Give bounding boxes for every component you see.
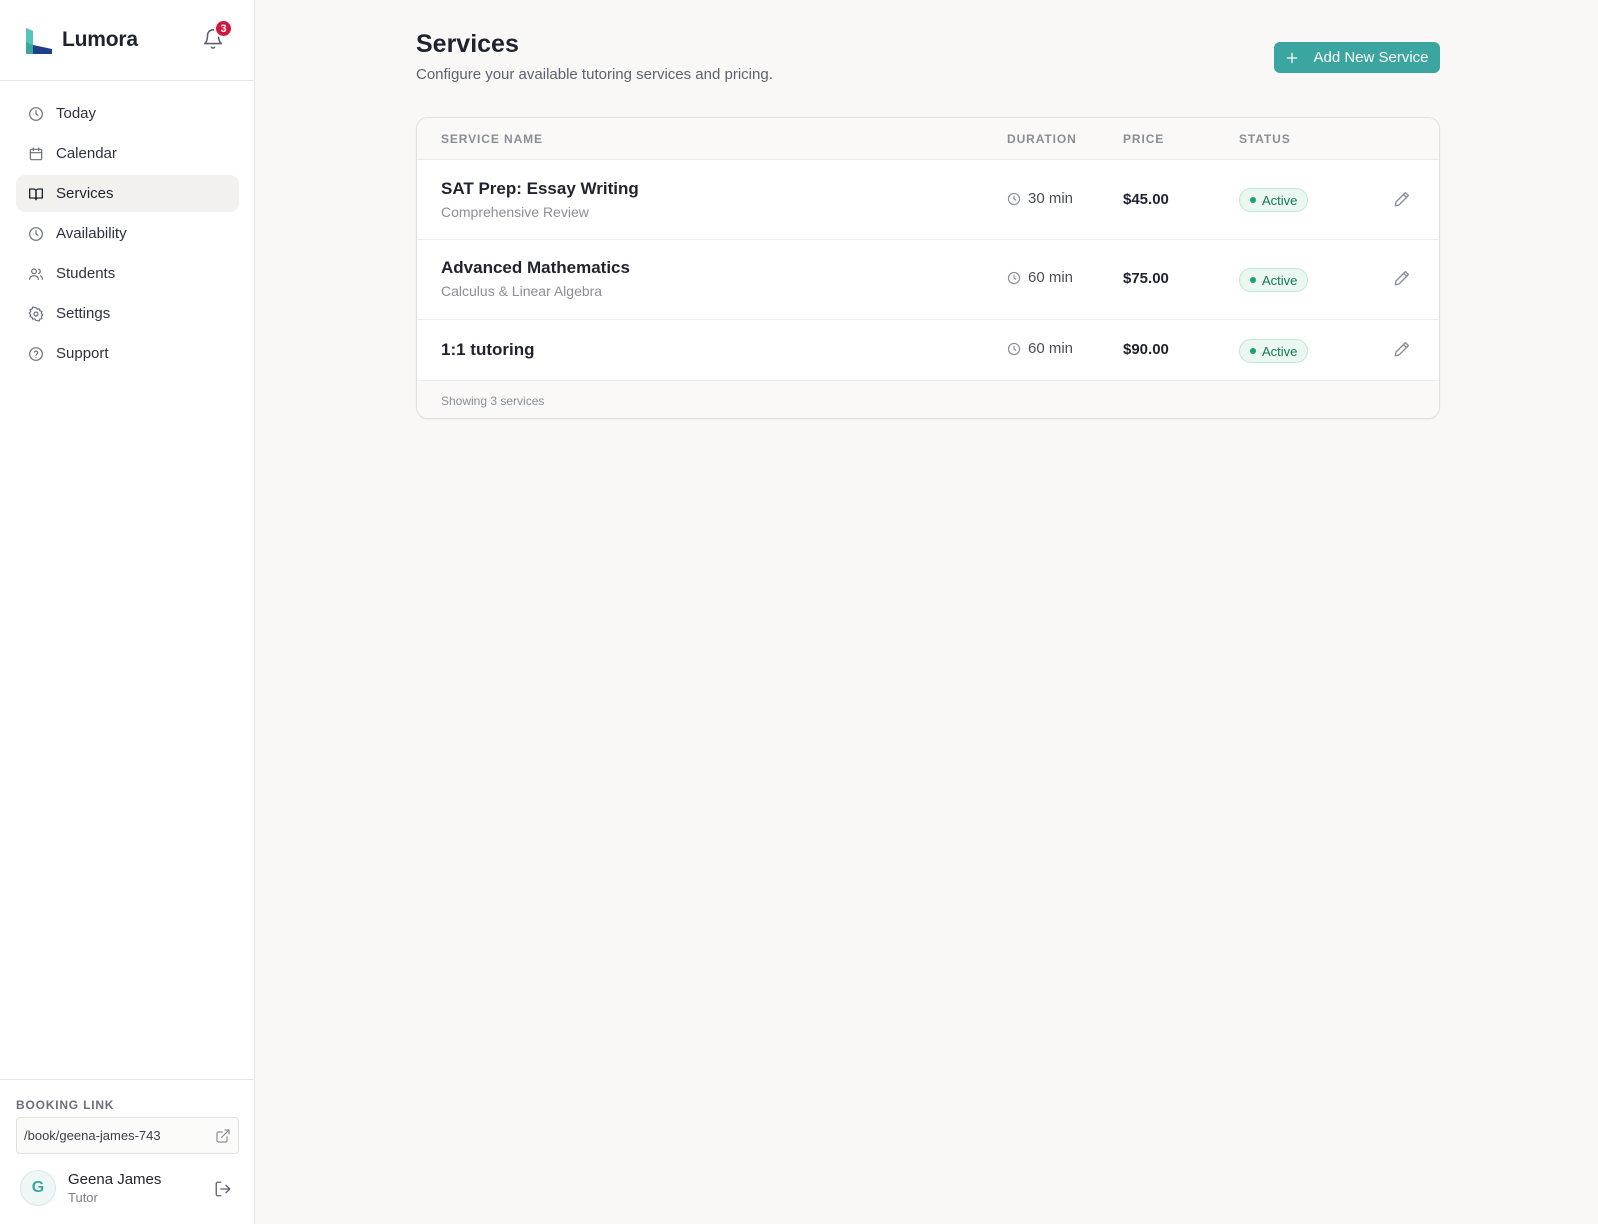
clock-icon [1007,271,1021,284]
status-badge: Active [1239,268,1308,292]
status-badge: Active [1239,339,1308,363]
table-header: SERVICE NAME DURATION PRICE STATUS [417,118,1439,160]
column-header-price: PRICE [1123,132,1165,146]
services-table: SERVICE NAME DURATION PRICE STATUS SAT P… [416,117,1440,419]
sidebar-item-label: Availability [56,225,127,242]
sidebar-item-support[interactable]: Support [16,335,239,372]
status-text: Active [1262,272,1298,288]
user-role: Tutor [68,1190,98,1205]
table-row[interactable]: 1:1 tutoring 60 min $90.00 Active [417,320,1439,381]
gear-icon [28,305,44,322]
column-header-duration: DURATION [1007,132,1077,146]
sidebar-footer: BOOKING LINK /book/geena-james-743 G Gee… [0,1079,254,1206]
status-dot [1250,277,1256,283]
status-dot [1250,348,1256,354]
sidebar-item-availability[interactable]: Availability [16,215,239,252]
pencil-icon[interactable] [1393,190,1411,208]
service-price: $90.00 [1123,341,1169,358]
clock-icon [29,106,43,121]
sidebar-nav: Today Calendar Services Availability Stu… [16,95,239,375]
table-row[interactable]: Advanced Mathematics Calculus & Linear A… [417,240,1439,320]
sidebar-item-today[interactable]: Today [16,95,239,132]
sidebar-item-calendar[interactable]: Calendar [16,135,239,172]
status-badge: Active [1239,188,1308,212]
users-icon [29,267,43,280]
sidebar-item-label: Settings [56,305,111,322]
plus-icon [1287,52,1298,63]
add-new-service-button[interactable]: Add New Service [1274,42,1440,73]
calendar-icon [29,146,43,160]
sidebar-item-label: Students [56,265,116,282]
notification-badge: 3 [214,19,233,38]
sidebar-item-label: Calendar [56,145,117,162]
logout-icon[interactable] [214,1180,232,1198]
brand-header: Lumora 3 [0,0,254,81]
pencil-icon[interactable] [1393,340,1411,358]
services-count: Showing 3 services [441,394,545,408]
booking-link-text: /book/geena-james-743 [24,1128,161,1143]
service-price: $45.00 [1123,191,1169,208]
booking-link-title: BOOKING LINK [16,1098,115,1112]
status-dot [1250,197,1256,203]
page-title: Services [416,30,519,58]
duration-text: 30 min [1028,190,1074,207]
service-name: 1:1 tutoring [441,340,535,359]
sidebar: Lumora 3 Today Calendar Services Availab… [0,0,255,1224]
clock-icon [1007,342,1021,355]
column-header-service-name: SERVICE NAME [441,132,543,146]
sidebar-item-label: Services [56,185,114,202]
sidebar-item-students[interactable]: Students [16,255,239,292]
avatar[interactable]: G [20,1170,56,1206]
service-description: Comprehensive Review [441,204,589,220]
duration-text: 60 min [1028,340,1074,357]
brand-name: Lumora [62,28,138,51]
service-duration: 30 min [1007,190,1073,207]
table-row[interactable]: SAT Prep: Essay Writing Comprehensive Re… [417,160,1439,240]
service-duration: 60 min [1007,340,1073,357]
booking-link-field[interactable]: /book/geena-james-743 [16,1117,239,1154]
service-description: Calculus & Linear Algebra [441,283,603,299]
status-text: Active [1262,343,1298,359]
column-header-status: STATUS [1239,132,1291,146]
pencil-icon[interactable] [1393,269,1411,287]
service-name: Advanced Mathematics [441,258,630,277]
duration-text: 60 min [1028,269,1074,286]
sidebar-item-label: Support [56,345,109,362]
page-subtitle: Configure your available tutoring servic… [416,66,773,83]
status-text: Active [1262,192,1298,208]
user-profile: G Geena James Tutor [20,1169,240,1207]
sidebar-item-services[interactable]: Services [16,175,239,212]
service-price: $75.00 [1123,270,1169,287]
help-circle-icon [29,346,43,361]
service-name: SAT Prep: Essay Writing [441,179,639,198]
clock-icon [1007,192,1021,205]
user-name: Geena James [68,1171,162,1188]
clock-icon [29,226,43,241]
service-duration: 60 min [1007,269,1073,286]
lumora-logo [26,28,52,54]
table-footer: Showing 3 services [417,381,1439,418]
sidebar-item-label: Today [56,105,97,122]
add-new-service-label: Add New Service [1313,49,1429,66]
sidebar-item-settings[interactable]: Settings [16,295,239,332]
external-link-icon[interactable] [215,1128,231,1144]
book-icon [29,187,43,200]
